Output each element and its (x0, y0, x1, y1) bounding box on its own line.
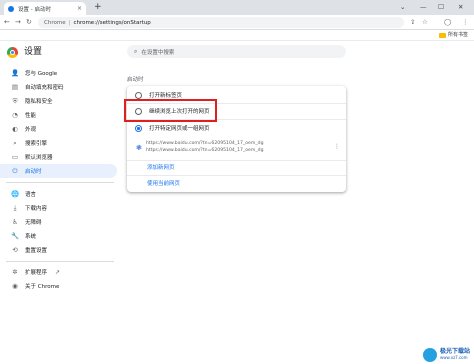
sidebar-item-performance[interactable]: ◔ 性能 (0, 108, 117, 122)
folder-icon (438, 33, 446, 38)
highlight-box (124, 99, 217, 122)
sidebar-item-label: 扩展程序 (25, 270, 48, 276)
shield-icon: ⛨ (12, 96, 18, 105)
watermark-logo-icon (422, 348, 437, 362)
sidebar-divider (6, 261, 114, 262)
browser-icon: ▭ (11, 153, 19, 161)
sidebar-item-label: 系统 (25, 234, 37, 240)
globe-icon: 🌐 (10, 190, 20, 198)
sidebar-item-label: 启动时 (25, 169, 42, 175)
settings-gear-icon (8, 5, 14, 12)
option-divider (127, 175, 346, 176)
maximize-button[interactable]: ☐ (438, 1, 444, 13)
profile-icon[interactable]: ◯ (444, 17, 451, 28)
sidebar-item-label: 下载内容 (25, 206, 48, 212)
share-icon[interactable]: ⇪ (410, 17, 415, 28)
reload-button[interactable]: ↻ (26, 17, 32, 28)
sidebar-item-appearance[interactable]: ◐ 外观 (0, 122, 117, 136)
sidebar-item-label: 语言 (25, 192, 37, 198)
sidebar-item-downloads[interactable]: ⤓ 下载内容 (0, 201, 117, 215)
bookmark-star-icon[interactable]: ☆ (422, 17, 428, 28)
sidebar-item-you-and-google[interactable]: 👤 您与 Google (0, 66, 117, 80)
all-bookmarks-button[interactable]: 所有书签 (438, 31, 468, 40)
add-new-page-link[interactable]: 添加新网页 (147, 163, 175, 171)
radio-new-tab[interactable] (135, 91, 142, 99)
sidebar-item-on-startup[interactable]: ⏻ 启动时 (0, 164, 117, 178)
new-tab-button[interactable]: + (94, 2, 102, 13)
page-url-secondary: https://www.baidu.com/?tn=62095104_17_oe… (146, 148, 264, 153)
tab-close-icon[interactable]: × (77, 5, 82, 12)
sidebar-item-label: 自动填充和密码 (25, 85, 64, 91)
window-close-button[interactable]: ✕ (458, 1, 463, 13)
sidebar-item-reset[interactable]: ⟲ 重置设置 (0, 243, 117, 257)
sidebar-item-accessibility[interactable]: ♿ 无障碍 (0, 215, 117, 229)
sidebar-item-label: 隐私和安全 (25, 99, 53, 105)
settings-search-input[interactable]: ⌕ 在设置中搜索 (127, 45, 346, 58)
back-button[interactable]: ← (4, 17, 10, 28)
puzzle-icon: ✲ (12, 268, 18, 276)
all-bookmarks-label: 所有书签 (447, 32, 468, 38)
sidebar-item-privacy[interactable]: ⛨ 隐私和安全 (0, 94, 117, 108)
download-icon: ⤓ (13, 203, 17, 212)
tab-search-icon[interactable]: ⌄ (400, 1, 405, 13)
page-url: https://www.baidu.com/?tn=62095104_17_oe… (146, 141, 264, 146)
sidebar-item-label: 您与 Google (25, 71, 58, 77)
section-title: 启动时 (127, 77, 144, 83)
wrench-icon: 🔧 (10, 232, 20, 240)
site-chip[interactable]: Chrome (44, 20, 66, 26)
tab-settings[interactable]: 设置 - 启动时 × (4, 2, 86, 15)
bookmark-bar: 所有书签 (0, 30, 474, 41)
address-url[interactable]: chrome://settings/onStartup (73, 20, 150, 26)
chrome-icon: ◉ (12, 282, 18, 290)
sidebar-item-label: 性能 (25, 113, 37, 119)
page-title: 设置 (24, 47, 43, 57)
search-icon: ⌕ (13, 138, 17, 147)
option-label: 打开新标签页 (149, 93, 183, 99)
accessibility-icon: ♿ (12, 218, 18, 226)
gauge-icon: ◔ (12, 111, 18, 119)
address-bar[interactable]: Chrome | chrome://settings/onStartup (38, 17, 404, 28)
forward-button[interactable]: → (15, 17, 21, 28)
sidebar-item-label: 搜索引擎 (25, 141, 48, 147)
external-link-icon: ↗ (55, 268, 61, 276)
option-specific-pages[interactable]: 打开特定网页或一组网页 (135, 122, 210, 134)
sidebar-item-label: 默认浏览器 (25, 155, 53, 161)
menu-icon[interactable]: ⋮ (462, 17, 469, 28)
toolbar: ← → ↻ Chrome | chrome://settings/onStart… (0, 15, 474, 30)
search-icon: ⌕ (134, 47, 138, 55)
option-label: 打开特定网页或一组网页 (149, 126, 210, 132)
watermark-url: www.xz7.com (439, 355, 468, 360)
reset-icon: ⟲ (12, 246, 18, 254)
sidebar-item-about-chrome[interactable]: ◉ 关于 Chrome (0, 279, 117, 293)
option-divider (127, 160, 346, 161)
sidebar-item-label: 外观 (25, 127, 37, 133)
sidebar-item-extensions[interactable]: ✲ 扩展程序 ↗ (0, 265, 117, 279)
watermark: 极光下载站 www.xz7.com (422, 348, 470, 362)
sidebar-item-languages[interactable]: 🌐 语言 (0, 187, 117, 201)
minimize-button[interactable]: — (420, 1, 427, 13)
use-current-pages-link[interactable]: 使用当前网页 (147, 179, 180, 187)
tab-title: 设置 - 启动时 (18, 6, 51, 13)
autofill-icon: ▤ (11, 83, 19, 91)
sidebar-item-label: 无障碍 (25, 220, 42, 226)
power-icon: ⏻ (12, 166, 18, 175)
sidebar-item-system[interactable]: 🔧 系统 (0, 229, 117, 243)
address-separator: | (68, 19, 71, 26)
palette-icon: ◐ (12, 125, 18, 133)
startup-page-entry: ❃ https://www.baidu.com/?tn=62095104_17_… (136, 141, 342, 157)
more-actions-icon[interactable]: ⋮ (334, 143, 340, 151)
tab-strip: 设置 - 启动时 × + ⌄ — ☐ ✕ (0, 0, 474, 15)
radio-specific-pages[interactable] (135, 124, 142, 132)
search-placeholder: 在设置中搜索 (141, 49, 175, 56)
sidebar-item-default-browser[interactable]: ▭ 默认浏览器 (0, 150, 117, 164)
sidebar-item-label: 重置设置 (25, 248, 48, 254)
sidebar-item-search-engine[interactable]: ⌕ 搜索引擎 (0, 136, 117, 150)
baidu-paw-icon: ❃ (136, 144, 142, 152)
person-icon: 👤 (10, 69, 20, 77)
sidebar-divider (6, 182, 114, 183)
chrome-logo-icon (7, 47, 18, 58)
sidebar-item-autofill[interactable]: ▤ 自动填充和密码 (0, 80, 117, 94)
sidebar-item-label: 关于 Chrome (25, 284, 60, 290)
